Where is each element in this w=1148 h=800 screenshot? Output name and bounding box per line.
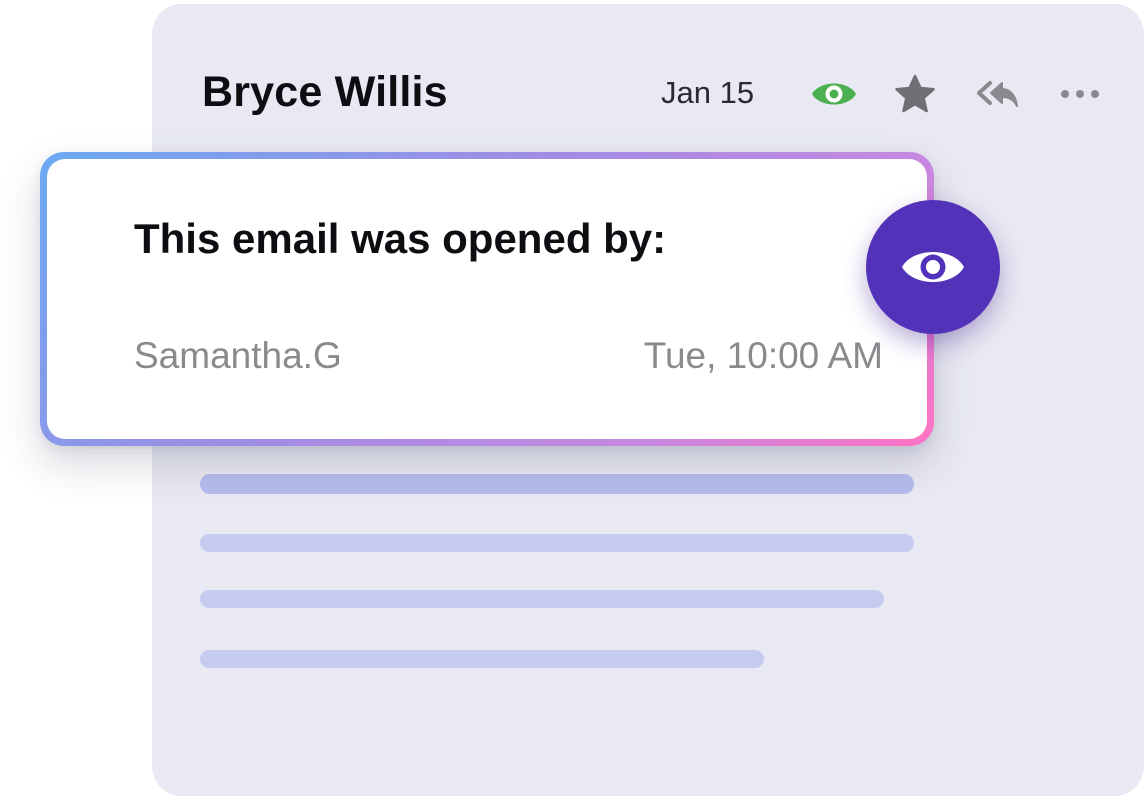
body-placeholder-line <box>200 590 884 608</box>
eye-icon <box>812 83 856 105</box>
body-placeholder-line <box>200 474 914 494</box>
body-placeholder-line <box>200 650 764 668</box>
reply-all-icon <box>977 81 1018 107</box>
body-placeholder-line <box>200 534 914 552</box>
star-icon <box>895 74 935 113</box>
email-date: Jan 15 <box>661 75 755 110</box>
read-receipt-card: This email was opened by: Samantha.G Tue… <box>47 159 927 439</box>
star-button[interactable] <box>890 70 940 118</box>
popup-title: This email was opened by: <box>134 215 667 262</box>
sender-name: Bryce Willis <box>202 68 448 116</box>
more-icon <box>1061 90 1099 98</box>
read-receipt-popup: This email was opened by: Samantha.G Tue… <box>40 152 934 446</box>
reply-all-button[interactable] <box>972 72 1024 116</box>
eye-icon <box>902 252 964 282</box>
read-status-button[interactable] <box>808 72 860 116</box>
eye-badge <box>866 200 1000 334</box>
opened-time: Tue, 10:00 AM <box>643 335 883 376</box>
stage: Bryce Willis Jan 15 This email was opene… <box>0 0 1148 800</box>
opener-name: Samantha.G <box>134 335 342 376</box>
more-button[interactable] <box>1054 76 1106 112</box>
